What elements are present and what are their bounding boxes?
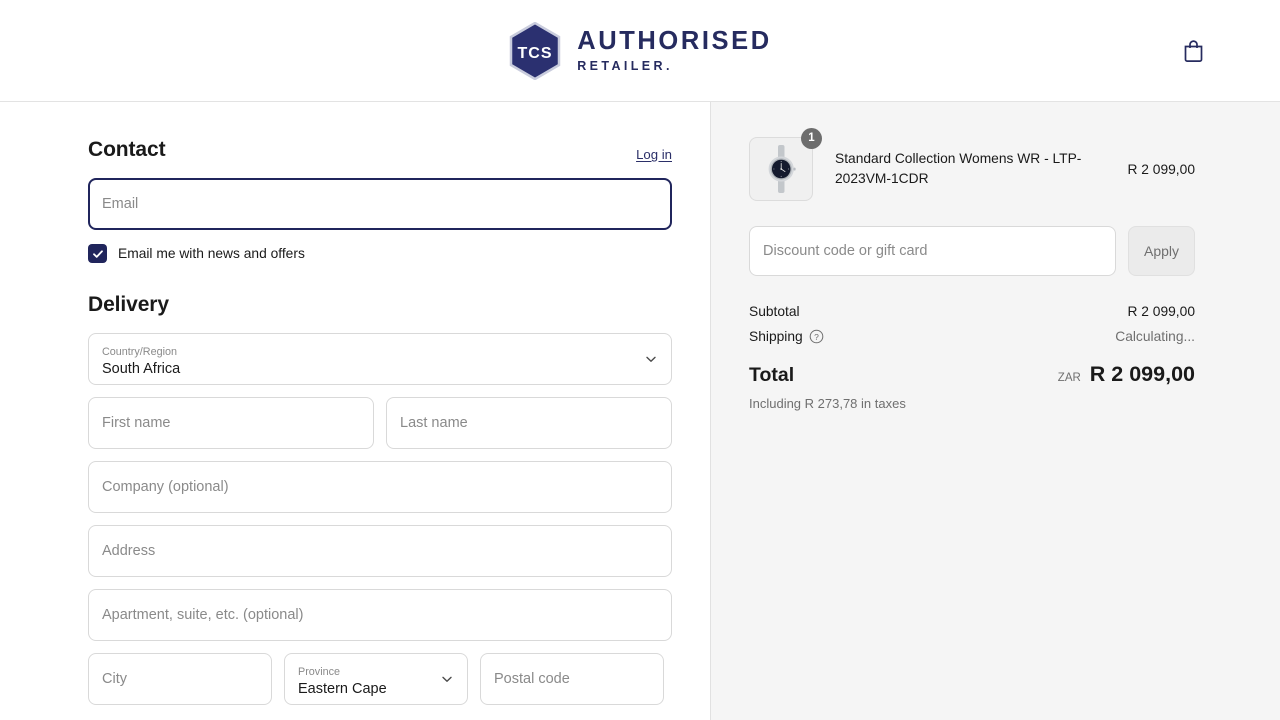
cart-button[interactable]	[1176, 34, 1210, 68]
last-name-field[interactable]: Last name	[386, 397, 672, 449]
shipping-label-group: Shipping ?	[749, 329, 824, 344]
company-field[interactable]: Company (optional)	[88, 461, 672, 513]
site-header: TCS AUTHORISED RETAILER.	[0, 0, 1280, 102]
discount-code-placeholder: Discount code or gift card	[763, 243, 928, 259]
total-label: Total	[749, 364, 795, 386]
shipping-value: Calculating...	[1115, 329, 1195, 344]
address-field[interactable]: Address	[88, 525, 672, 577]
newsletter-checkbox[interactable]	[88, 244, 107, 263]
apply-discount-button[interactable]: Apply	[1128, 226, 1195, 276]
log-in-link[interactable]: Log in	[636, 147, 672, 162]
discount-code-input[interactable]: Discount code or gift card	[749, 226, 1116, 276]
apartment-field[interactable]: Apartment, suite, etc. (optional)	[88, 589, 672, 641]
postal-code-placeholder: Postal code	[494, 671, 570, 687]
brand-title-line1: AUTHORISED	[577, 27, 772, 55]
first-name-field[interactable]: First name	[88, 397, 374, 449]
last-name-placeholder: Last name	[400, 415, 468, 431]
email-field[interactable]: Email	[88, 178, 672, 230]
tax-note: Including R 273,78 in taxes	[749, 396, 906, 411]
province-label: Province	[298, 666, 341, 679]
city-placeholder: City	[102, 671, 127, 687]
address-placeholder: Address	[102, 543, 156, 559]
country-region-value: South Africa	[102, 361, 181, 378]
total-row: Total ZAR R 2 099,00	[749, 362, 1195, 387]
product-name: Standard Collection Womens WR - LTP-2023…	[835, 151, 1082, 186]
shopping-bag-icon	[1184, 40, 1202, 62]
svg-text:?: ?	[814, 332, 819, 342]
name-row: First name Last name	[88, 397, 672, 461]
province-select[interactable]: Province Eastern Cape	[284, 653, 468, 705]
svg-text:TCS: TCS	[518, 45, 553, 62]
city-field[interactable]: City	[88, 653, 272, 705]
email-placeholder: Email	[102, 196, 139, 212]
question-circle-icon[interactable]: ?	[809, 329, 824, 344]
discount-row: Discount code or gift card Apply	[749, 226, 1195, 276]
product-price: R 2 099,00	[1127, 161, 1195, 177]
total-amount-group: ZAR R 2 099,00	[1058, 362, 1195, 387]
checkout-form-column: Contact Log in Email Email me with news …	[0, 102, 710, 720]
chevron-down-icon	[646, 356, 656, 362]
chevron-down-icon	[442, 676, 452, 682]
subtotal-value: R 2 099,00	[1127, 304, 1195, 319]
product-thumbnail-wrapper: 1	[749, 128, 822, 201]
brand-logo[interactable]: TCS AUTHORISED RETAILER.	[508, 21, 772, 80]
newsletter-label: Email me with news and offers	[118, 246, 305, 261]
order-summary-panel: 1 Standard Collection Womens WR - LTP-20…	[710, 102, 1280, 720]
checkout-content: Contact Log in Email Email me with news …	[0, 102, 1280, 720]
subtotal-label: Subtotal	[749, 304, 800, 319]
order-line-item: 1 Standard Collection Womens WR - LTP-20…	[749, 128, 1195, 201]
brand-title-line2: RETAILER.	[577, 58, 673, 73]
first-name-placeholder: First name	[102, 415, 171, 431]
country-region-label: Country/Region	[102, 346, 178, 359]
subtotal-row: Subtotal R 2 099,00	[749, 304, 1195, 319]
wristwatch-icon	[768, 145, 796, 193]
delivery-title: Delivery	[88, 293, 169, 316]
country-region-select[interactable]: Country/Region South Africa	[88, 333, 672, 385]
contact-title: Contact	[88, 138, 166, 161]
postal-code-field[interactable]: Postal code	[480, 653, 664, 705]
contact-section-header: Contact Log in	[88, 138, 672, 162]
city-province-postal-row: City Province Eastern Cape Postal code	[88, 653, 672, 717]
apartment-placeholder: Apartment, suite, etc. (optional)	[102, 607, 304, 623]
company-placeholder: Company (optional)	[102, 479, 229, 495]
province-value: Eastern Cape	[298, 681, 387, 698]
tcs-hexagon-logo-icon: TCS	[509, 21, 561, 80]
quantity-badge: 1	[801, 128, 822, 149]
total-amount: R 2 099,00	[1089, 362, 1195, 386]
shipping-row: Shipping ? Calculating...	[749, 329, 1195, 344]
checkout-page: TCS AUTHORISED RETAILER. Contact Log in	[0, 0, 1280, 720]
total-currency: ZAR	[1057, 372, 1081, 384]
shipping-label: Shipping	[749, 329, 803, 344]
newsletter-checkbox-row[interactable]: Email me with news and offers	[88, 244, 672, 263]
product-thumbnail	[749, 137, 813, 201]
checkmark-icon	[92, 249, 103, 258]
delivery-section-header: Delivery	[88, 293, 672, 317]
